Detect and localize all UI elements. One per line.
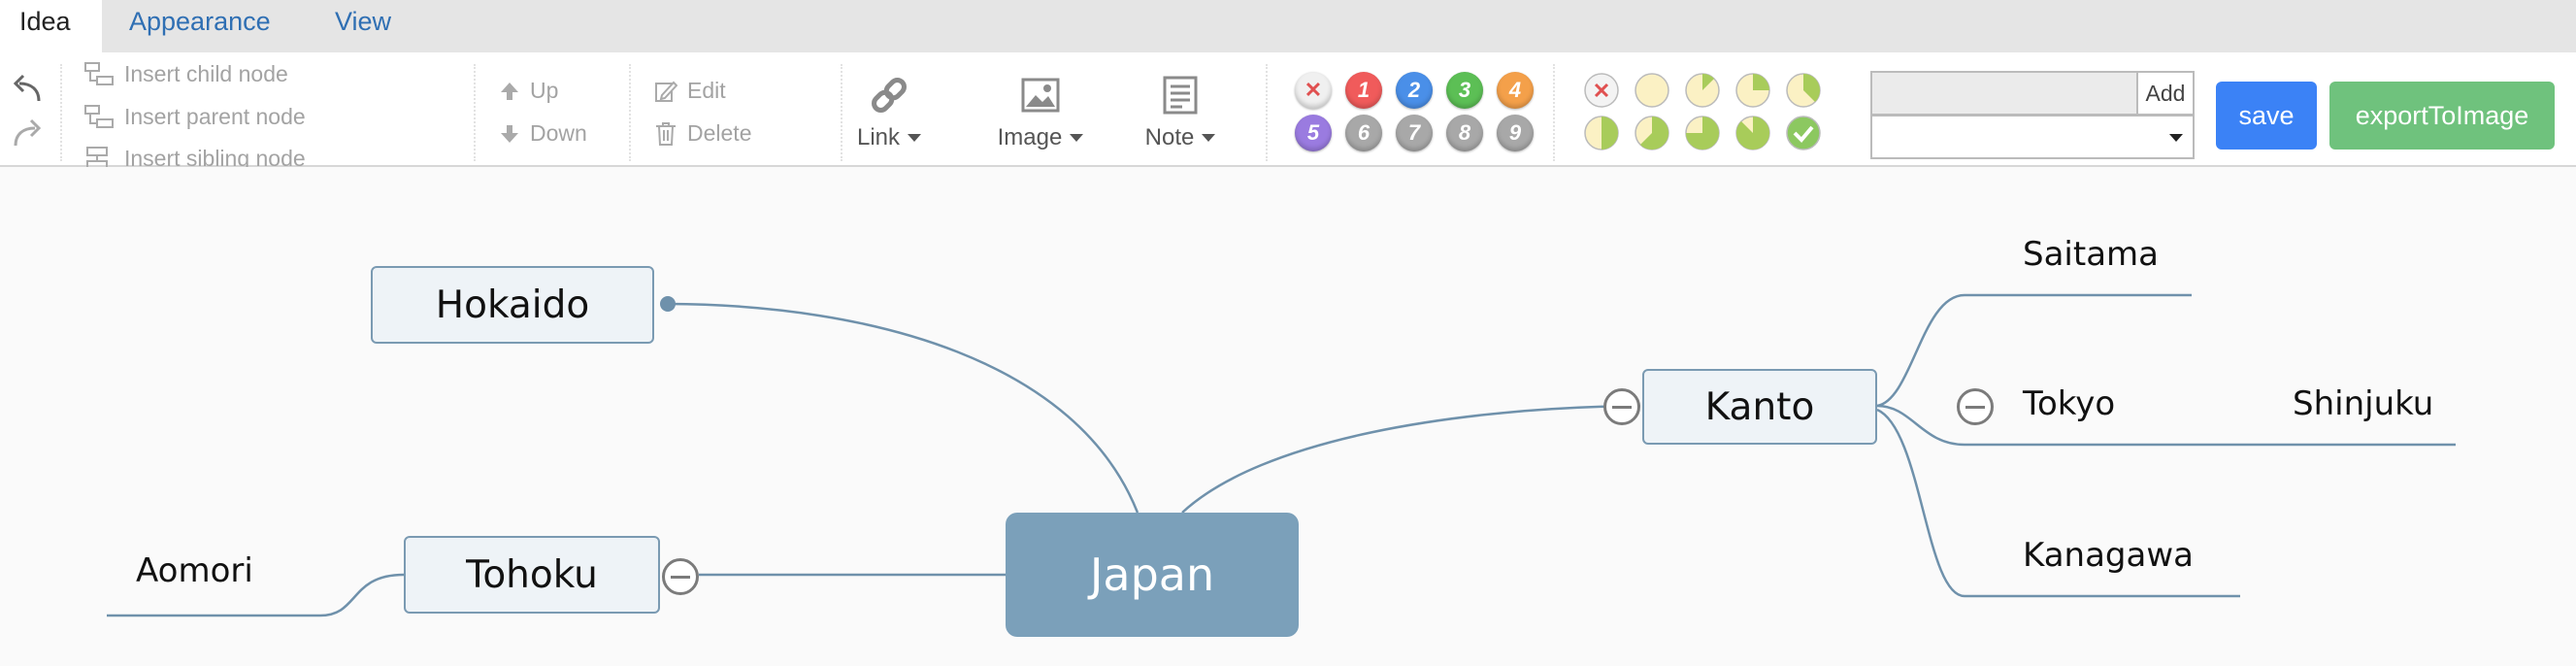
collapse-toggle-tohoku[interactable] — [662, 558, 699, 595]
separator — [474, 64, 476, 161]
add-button[interactable]: Add — [2136, 71, 2195, 116]
node-saitama[interactable]: Saitama — [2023, 235, 2159, 274]
collapse-toggle-kanto[interactable] — [1603, 388, 1640, 425]
priority-8-button[interactable]: 8 — [1446, 115, 1483, 151]
insert-parent-node-button[interactable]: Insert parent node — [83, 101, 306, 132]
progress-2-button[interactable] — [1734, 71, 1772, 110]
remove-icon — [1584, 73, 1619, 108]
priority-5-button[interactable]: 5 — [1295, 115, 1332, 151]
edit-button[interactable]: Edit — [654, 78, 726, 104]
insert-child-node-button[interactable]: Insert child node — [83, 58, 288, 89]
tab-view[interactable]: View — [335, 0, 391, 52]
image-icon — [1021, 78, 1060, 113]
progress-remove-button[interactable] — [1582, 71, 1621, 110]
undo-button[interactable] — [10, 72, 45, 107]
link-button[interactable]: Link — [854, 74, 924, 151]
save-button[interactable]: save — [2216, 82, 2317, 150]
progress-6-icon — [1685, 116, 1720, 150]
progress-4-button[interactable] — [1582, 114, 1621, 152]
node-kanagawa[interactable]: Kanagawa — [2023, 536, 2194, 575]
note-button[interactable]: Note — [1141, 74, 1219, 151]
arrow-up-icon — [501, 82, 518, 100]
mindmap-canvas[interactable]: Japan Hokaido Tohoku Kanto Aomori Saitam… — [0, 167, 2576, 666]
separator — [1266, 64, 1268, 161]
insert-child-icon — [84, 62, 114, 85]
link-icon — [872, 78, 907, 113]
progress-5-icon — [1635, 116, 1669, 150]
progress-7-icon — [1735, 116, 1770, 150]
priority-remove-button[interactable]: ✕ — [1295, 72, 1332, 109]
separator — [1553, 64, 1555, 161]
priority-3-button[interactable]: 3 — [1446, 72, 1483, 109]
node-aomori[interactable]: Aomori — [136, 551, 253, 590]
progress-1-button[interactable] — [1683, 71, 1722, 110]
node-hokaido[interactable]: Hokaido — [371, 266, 654, 344]
priority-1-button[interactable]: 1 — [1345, 72, 1382, 109]
toolbar: Insert child node Insert parent node Ins… — [0, 52, 2576, 171]
tab-appearance[interactable]: Appearance — [129, 0, 271, 52]
tab-bar: Idea Appearance View — [0, 0, 2576, 52]
node-kanto[interactable]: Kanto — [1642, 369, 1877, 445]
separator — [60, 64, 62, 161]
down-label: Down — [530, 120, 587, 146]
progress-1-icon — [1685, 73, 1720, 108]
hyperlink-select[interactable] — [1870, 115, 2195, 159]
delete-label: Delete — [687, 120, 752, 146]
image-label: Image — [997, 124, 1063, 150]
node-tohoku[interactable]: Tohoku — [404, 536, 660, 614]
hyperlink-input[interactable] — [1870, 71, 2138, 116]
up-label: Up — [530, 78, 559, 103]
undo-icon — [13, 74, 41, 102]
priority-2-button[interactable]: 2 — [1396, 72, 1433, 109]
separator — [629, 64, 631, 161]
export-to-image-button[interactable]: exportToImage — [2329, 82, 2555, 150]
progress-done-icon — [1786, 116, 1821, 150]
progress-7-button[interactable] — [1734, 114, 1772, 152]
note-label: Note — [1144, 124, 1195, 150]
progress-6-button[interactable] — [1683, 114, 1722, 152]
priority-9-button[interactable]: 9 — [1497, 115, 1534, 151]
priority-6-button[interactable]: 6 — [1345, 115, 1382, 151]
insert-parent-icon — [84, 105, 114, 128]
arrow-down-icon — [501, 124, 518, 143]
move-down-button[interactable]: Down — [499, 120, 587, 147]
dropdown-arrow-icon — [2169, 134, 2183, 142]
root-node-japan[interactable]: Japan — [1006, 513, 1299, 637]
progress-0-button[interactable] — [1633, 71, 1671, 110]
redo-button[interactable] — [10, 117, 45, 151]
connector-japan-hokaido — [667, 302, 1139, 514]
progress-2-icon — [1735, 73, 1770, 108]
progress-3-icon — [1786, 73, 1821, 108]
progress-done-button[interactable] — [1784, 114, 1823, 152]
tab-idea[interactable]: Idea — [0, 0, 102, 52]
progress-5-button[interactable] — [1633, 114, 1671, 152]
insert-child-label: Insert child node — [124, 60, 288, 86]
priority-4-button[interactable]: 4 — [1497, 72, 1534, 109]
priority-7-button[interactable]: 7 — [1396, 115, 1433, 151]
redo-icon — [14, 118, 42, 147]
trash-icon — [656, 121, 676, 146]
link-label: Link — [856, 124, 901, 150]
insert-parent-label: Insert parent node — [124, 103, 306, 129]
image-button[interactable]: Image — [994, 74, 1087, 151]
move-up-button[interactable]: Up — [499, 78, 558, 104]
separator — [841, 64, 842, 161]
edit-icon — [655, 81, 677, 102]
node-shinjuku[interactable]: Shinjuku — [2293, 384, 2433, 423]
chevron-down-icon — [1070, 134, 1084, 142]
progress-4-icon — [1584, 116, 1619, 150]
delete-button[interactable]: Delete — [654, 120, 751, 147]
node-tokyo[interactable]: Tokyo — [2023, 384, 2115, 423]
progress-0-icon — [1635, 73, 1669, 108]
chevron-down-icon — [1202, 134, 1216, 142]
chevron-down-icon — [908, 134, 922, 142]
collapse-toggle-tokyo[interactable] — [1957, 388, 1994, 425]
connector-japan-kanto — [1181, 404, 1641, 514]
edit-label: Edit — [687, 78, 726, 103]
progress-3-button[interactable] — [1784, 71, 1823, 110]
note-icon — [1163, 76, 1198, 115]
hokaido-anchor-dot — [660, 296, 676, 312]
